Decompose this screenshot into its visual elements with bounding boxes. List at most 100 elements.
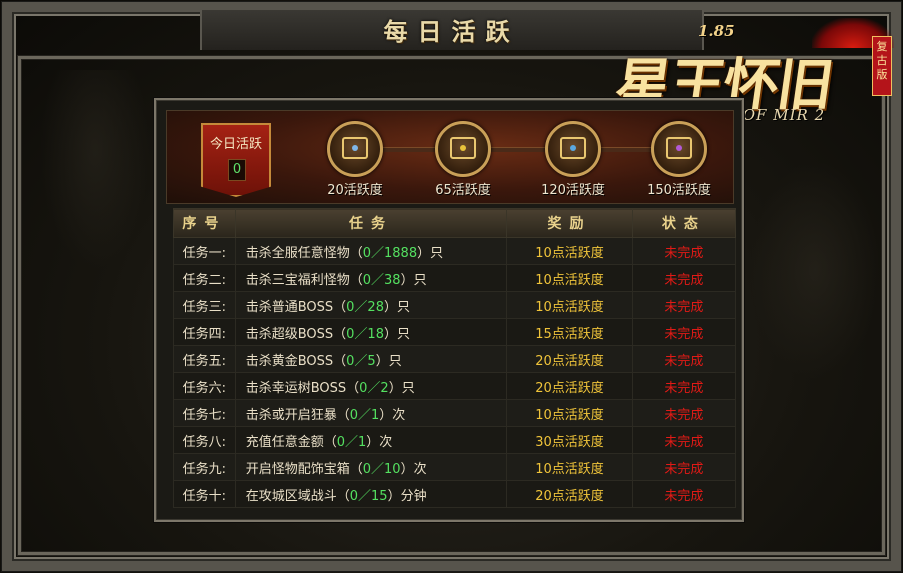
task-reward: 10点活跃度 (506, 399, 633, 427)
treasure-chest-icon (342, 137, 368, 159)
task-status: 未完成 (631, 318, 737, 346)
task-progress: 0／5 (346, 353, 376, 369)
task-text: 击杀或开启狂暴（ (245, 407, 350, 423)
task-text: 击杀普通BOSS（ (245, 299, 347, 315)
chest-150-button[interactable] (651, 121, 707, 177)
task-text: 击杀全服任意怪物（ (245, 245, 363, 261)
chest-150-label: 150活跃度 (647, 183, 711, 198)
table-row: 任务三: 击杀普通BOSS（0／28）只 10点活跃度 未完成 (173, 291, 737, 319)
task-table: 序号 任务 奖励 状态 任务一: 击杀全服任意怪物（0／1888）只 10点活跃度未… (173, 208, 737, 508)
task-status: 未完成 (631, 453, 737, 481)
task-index: 任务六: (173, 372, 236, 400)
task-unit: ）只 (383, 299, 410, 315)
task-description: 击杀超级BOSS（0／18）只 (234, 318, 508, 346)
chest-20-label: 20活跃度 (327, 183, 383, 198)
logo-version: 1.85 (698, 22, 735, 40)
task-progress: 0／2 (359, 380, 389, 396)
table-row: 任务六: 击杀幸运树BOSS（0／2）只 20点活跃度 未完成 (173, 372, 737, 400)
chest-gem-icon (676, 145, 682, 151)
treasure-chest-icon (666, 137, 692, 159)
task-unit: ）次 (400, 461, 427, 477)
chest-20-button[interactable] (327, 121, 383, 177)
task-reward: 10点活跃度 (506, 264, 633, 292)
task-description: 开启怪物配饰宝箱（0／10）次 (234, 453, 508, 481)
progress-track (367, 147, 687, 152)
chest-120-button[interactable] (545, 121, 601, 177)
task-reward: 20点活跃度 (506, 345, 633, 373)
task-status: 未完成 (631, 291, 737, 319)
column-header-reward: 奖励 (506, 208, 633, 238)
task-unit: ）只 (400, 272, 427, 288)
task-status: 未完成 (631, 237, 737, 265)
table-row: 任务四: 击杀超级BOSS（0／18）只 15点活跃度 未完成 (173, 318, 737, 346)
task-unit: ）次 (379, 407, 406, 423)
task-progress: 0／18 (346, 326, 384, 342)
today-activity-value: 0 (228, 159, 246, 181)
treasure-chest-icon (560, 137, 586, 159)
task-index: 任务三: (173, 291, 236, 319)
table-row: 任务一: 击杀全服任意怪物（0／1888）只 10点活跃度 未完成 (173, 237, 737, 265)
task-progress: 0／1888 (362, 245, 418, 261)
task-reward: 15点活跃度 (506, 318, 633, 346)
task-index: 任务七: (173, 399, 236, 427)
treasure-chest-icon (450, 137, 476, 159)
task-progress: 0／10 (362, 461, 401, 477)
task-unit: ）只 (388, 380, 415, 396)
task-description: 充值任意金额（0／1）次 (234, 426, 508, 454)
task-status: 未完成 (631, 426, 737, 454)
task-text: 开启怪物配饰宝箱（ (245, 461, 363, 477)
task-progress: 0／28 (346, 299, 384, 315)
task-reward: 10点活跃度 (506, 291, 633, 319)
table-row: 任务七: 击杀或开启狂暴（0／1）次 10点活跃度 未完成 (173, 399, 737, 427)
task-index: 任务四: (173, 318, 236, 346)
task-unit: ）只 (375, 353, 402, 369)
chest-gem-icon (570, 145, 576, 151)
task-status: 未完成 (631, 480, 737, 508)
column-header-task: 任务 (234, 208, 508, 238)
activity-panel: 今日活跃 0 20活跃度 65活跃度 120活跃度 150活跃度 序号 任务 奖… (154, 98, 744, 522)
table-row: 任务十: 在攻城区域战斗（0／15）分钟 20点活跃度 未完成 (173, 480, 737, 508)
task-description: 击杀三宝福利怪物（0／38）只 (234, 264, 508, 292)
daily-activity-window: 每日活跃 1.85 星王怀旧 LEGEND OF MIR 2 复古版 今日活跃 … (0, 0, 903, 573)
table-header-row: 序号 任务 奖励 状态 (173, 208, 737, 238)
task-reward: 10点活跃度 (506, 237, 633, 265)
task-progress: 0／1 (336, 434, 367, 450)
task-reward: 20点活跃度 (506, 480, 633, 508)
today-activity-badge: 今日活跃 0 (201, 123, 271, 197)
logo-badge: 复古版 (872, 36, 892, 96)
task-progress: 0／15 (349, 488, 388, 504)
task-text: 击杀超级BOSS（ (245, 326, 347, 342)
task-description: 在攻城区域战斗（0／15）分钟 (234, 480, 508, 508)
task-index: 任务一: (173, 237, 236, 265)
table-row: 任务五: 击杀黄金BOSS（0／5）只 20点活跃度 未完成 (173, 345, 737, 373)
task-progress: 0／38 (362, 272, 401, 288)
chest-120-label: 120活跃度 (541, 183, 605, 198)
task-description: 击杀全服任意怪物（0／1888）只 (234, 237, 508, 265)
task-reward: 30点活跃度 (506, 426, 633, 454)
task-description: 击杀黄金BOSS（0／5）只 (234, 345, 508, 373)
task-status: 未完成 (631, 372, 737, 400)
task-index: 任务九: (173, 453, 236, 481)
column-header-index: 序号 (173, 208, 236, 238)
task-description: 击杀或开启狂暴（0／1）次 (234, 399, 508, 427)
task-status: 未完成 (631, 264, 737, 292)
chest-65-button[interactable] (435, 121, 491, 177)
task-description: 击杀幸运树BOSS（0／2）只 (234, 372, 508, 400)
chest-gem-icon (352, 145, 358, 151)
task-index: 任务十: (173, 480, 236, 508)
task-text: 充值任意金额（ (245, 434, 337, 450)
task-index: 任务八: (173, 426, 236, 454)
task-unit: ）次 (366, 434, 393, 450)
today-activity-label: 今日活跃 (209, 137, 262, 152)
table-row: 任务九: 开启怪物配饰宝箱（0／10）次 10点活跃度 未完成 (173, 453, 737, 481)
chest-gem-icon (460, 145, 466, 151)
task-unit: ）只 (417, 245, 444, 261)
column-header-status: 状态 (631, 208, 737, 238)
task-reward: 10点活跃度 (506, 453, 633, 481)
task-unit: ）分钟 (387, 488, 427, 504)
task-index: 任务五: (173, 345, 236, 373)
table-row: 任务八: 充值任意金额（0／1）次 30点活跃度 未完成 (173, 426, 737, 454)
task-description: 击杀普通BOSS（0／28）只 (234, 291, 508, 319)
task-status: 未完成 (631, 345, 737, 373)
task-progress: 0／1 (349, 407, 380, 423)
